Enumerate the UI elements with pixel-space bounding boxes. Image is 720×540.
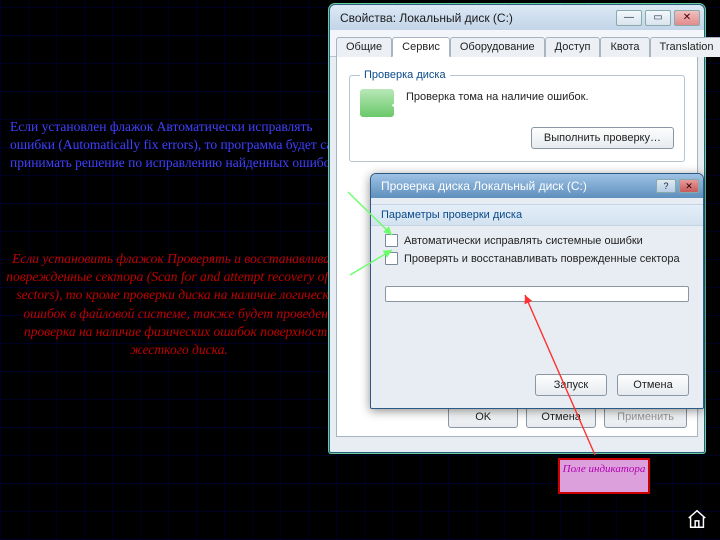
tab-translation[interactable]: Translation <box>650 37 720 57</box>
tab-sharing[interactable]: Доступ <box>545 37 601 57</box>
check-disk-text: Проверка тома на наличие ошибок. <box>406 91 589 103</box>
maximize-button[interactable]: ▭ <box>645 10 671 26</box>
check-disk-dialog-title: Проверка диска Локальный диск (C:) <box>381 179 656 193</box>
tab-bar: Общие Сервис Оборудование Доступ Квота T… <box>330 30 704 57</box>
explanation-auto-fix: Если установлен флажок Автоматически исп… <box>10 118 348 173</box>
dialog-cancel-button[interactable]: Отмена <box>617 374 689 396</box>
scan-sectors-checkbox-row[interactable]: Проверять и восстанавливать поврежденные… <box>385 252 689 265</box>
home-icon[interactable] <box>686 508 708 530</box>
help-button[interactable]: ? <box>656 179 676 193</box>
run-check-button[interactable]: Выполнить проверку… <box>531 127 674 149</box>
tab-quota[interactable]: Квота <box>600 37 649 57</box>
checkbox-icon[interactable] <box>385 252 398 265</box>
disk-check-icon <box>360 89 394 117</box>
check-disk-dialog: Проверка диска Локальный диск (C:) ? ✕ П… <box>370 173 704 409</box>
check-disk-group: Проверка диска Проверка тома на наличие … <box>349 69 685 162</box>
minimize-button[interactable]: — <box>616 10 642 26</box>
progress-bar <box>385 286 689 302</box>
properties-titlebar[interactable]: Свойства: Локальный диск (C:) — ▭ ✕ <box>330 5 704 30</box>
indicator-field-callout: Поле индикатора <box>558 458 650 494</box>
apply-button[interactable]: Применить <box>604 406 687 428</box>
auto-fix-checkbox-row[interactable]: Автоматически исправлять системные ошибк… <box>385 234 689 247</box>
check-disk-legend: Проверка диска <box>360 69 450 81</box>
cancel-button[interactable]: Отмена <box>526 406 596 428</box>
tab-general[interactable]: Общие <box>336 37 392 57</box>
tab-service[interactable]: Сервис <box>392 37 450 57</box>
check-disk-titlebar[interactable]: Проверка диска Локальный диск (C:) ? ✕ <box>371 174 703 198</box>
auto-fix-label: Автоматически исправлять системные ошибк… <box>404 235 643 247</box>
properties-title: Свойства: Локальный диск (C:) <box>340 11 616 25</box>
explanation-scan-sectors: Если установить флажок Проверять и восст… <box>4 250 354 359</box>
check-params-label: Параметры проверки диска <box>371 204 703 226</box>
start-button[interactable]: Запуск <box>535 374 607 396</box>
checkbox-icon[interactable] <box>385 234 398 247</box>
close-button[interactable]: ✕ <box>674 10 700 26</box>
tab-hardware[interactable]: Оборудование <box>450 37 545 57</box>
dialog-close-button[interactable]: ✕ <box>679 179 699 193</box>
ok-button[interactable]: OK <box>448 406 518 428</box>
scan-sectors-label: Проверять и восстанавливать поврежденные… <box>404 253 680 265</box>
